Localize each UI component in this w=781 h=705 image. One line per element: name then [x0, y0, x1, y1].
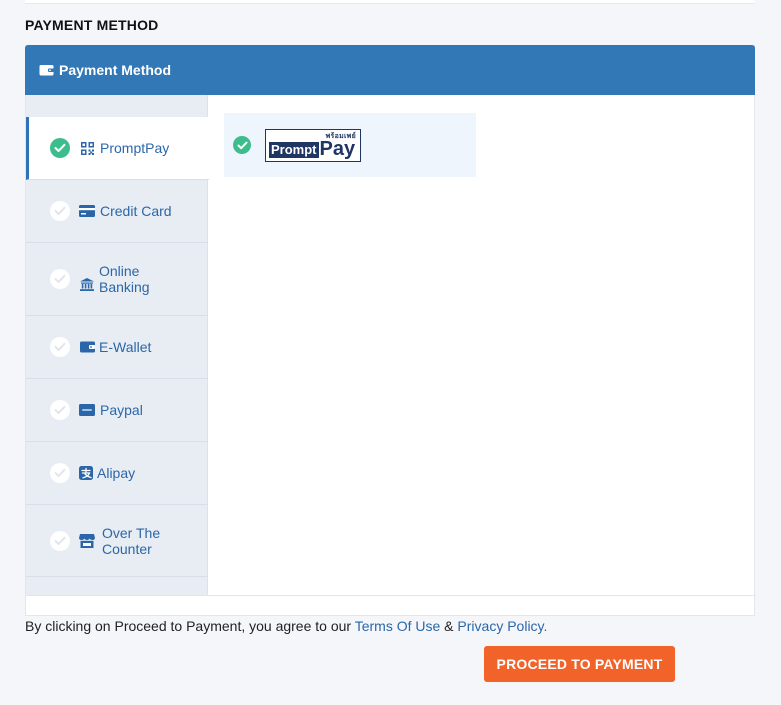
- tab-paypal[interactable]: Paypal: [26, 379, 208, 442]
- check-icon: [50, 400, 70, 420]
- check-icon: [50, 530, 70, 551]
- check-icon: [50, 337, 70, 357]
- tab-label: PromptPay: [100, 140, 170, 156]
- tab-label: Alipay: [97, 465, 136, 481]
- panel-divider: [26, 595, 756, 596]
- promptpay-logo: พร้อมเพย์ Prompt Pay: [265, 129, 361, 162]
- promptpay-logo-prompt: Prompt: [269, 142, 319, 158]
- agreement-text: By clicking on Proceed to Payment, you a…: [25, 618, 547, 634]
- store-icon: [79, 533, 95, 549]
- privacy-policy-link[interactable]: Privacy Policy.: [457, 618, 547, 634]
- check-icon: [233, 136, 251, 154]
- bank-icon: [79, 276, 95, 292]
- tab-label: Over The Counter: [102, 524, 161, 557]
- panel-header: Payment Method: [25, 45, 755, 95]
- proceed-to-payment-button[interactable]: PROCEED TO PAYMENT: [484, 646, 675, 682]
- section-title: PAYMENT METHOD: [25, 17, 159, 33]
- wallet-icon: [79, 339, 95, 355]
- promptpay-logo-pay: Pay: [319, 138, 356, 160]
- tab-label: Credit Card: [100, 203, 172, 219]
- qr-code-icon: [79, 140, 95, 156]
- tab-over-the-counter[interactable]: Over The Counter: [26, 505, 208, 577]
- payment-tabs: PromptPay Credit Card Online Banking E-W…: [26, 95, 209, 595]
- terms-of-use-link[interactable]: Terms Of Use: [355, 618, 441, 634]
- wallet-icon: [39, 65, 54, 76]
- tab-promptpay[interactable]: PromptPay: [26, 117, 209, 180]
- tab-label: Paypal: [100, 402, 143, 418]
- check-icon: [50, 269, 70, 289]
- payment-method-panel: Payment Method PromptPay Credit Card Onl…: [25, 45, 756, 616]
- tab-alipay[interactable]: Alipay: [26, 442, 208, 505]
- agreement-amp: &: [440, 618, 458, 634]
- tab-label: Online Banking: [99, 263, 150, 295]
- credit-card-icon: [79, 203, 95, 219]
- check-icon: [50, 138, 70, 158]
- promptpay-logo-thai: พร้อมเพย์: [325, 133, 356, 140]
- tab-label: E-Wallet: [99, 339, 152, 355]
- previous-section-edge: [25, 0, 755, 4]
- promptpay-option[interactable]: พร้อมเพย์ Prompt Pay: [224, 113, 476, 177]
- panel-header-title: Payment Method: [59, 62, 172, 78]
- check-icon: [50, 463, 70, 483]
- tab-e-wallet[interactable]: E-Wallet: [26, 316, 208, 379]
- tab-online-banking[interactable]: Online Banking: [26, 243, 208, 316]
- check-icon: [50, 201, 70, 221]
- tab-credit-card[interactable]: Credit Card: [26, 180, 208, 243]
- paypal-icon: [79, 402, 95, 418]
- alipay-icon: [78, 465, 94, 481]
- agreement-prefix: By clicking on Proceed to Payment, you a…: [25, 618, 355, 634]
